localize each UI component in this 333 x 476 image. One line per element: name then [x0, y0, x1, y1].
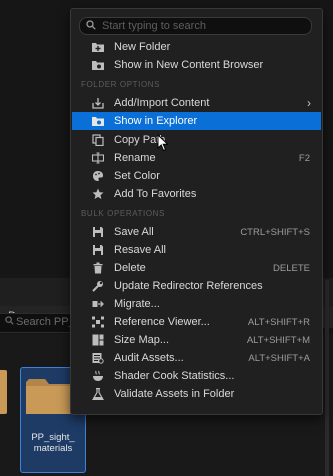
- reference-viewer-icon: [92, 316, 104, 328]
- rename-icon: [92, 152, 104, 164]
- menu-item-rename[interactable]: Rename F2: [72, 149, 321, 167]
- menu-item-label: Save All: [114, 226, 154, 238]
- trash-icon: [93, 262, 103, 274]
- section-header-folder-options: FOLDER OPTIONS: [81, 80, 161, 89]
- star-icon: [92, 188, 104, 199]
- menu-item-audit-assets[interactable]: Audit Assets... ALT+SHIFT+A: [72, 349, 321, 367]
- menu-item-save-all[interactable]: Save All CTRL+SHIFT+S: [72, 223, 321, 241]
- menu-item-new-folder[interactable]: New Folder: [72, 38, 321, 56]
- menu-item-update-redirector-references[interactable]: Update Redirector References: [72, 277, 321, 295]
- section-header-bulk-operations: BULK OPERATIONS: [81, 209, 165, 218]
- menu-item-reference-viewer[interactable]: Reference Viewer... ALT+SHIFT+R: [72, 313, 321, 331]
- menu-search-field[interactable]: [79, 17, 312, 35]
- search-icon: [86, 20, 96, 30]
- menu-item-show-in-new-content-browser[interactable]: Show in New Content Browser: [72, 56, 321, 74]
- menu-item-label: Set Color: [114, 170, 160, 182]
- palette-icon: [93, 171, 103, 181]
- menu-item-copy-path[interactable]: Copy Path: [72, 131, 321, 149]
- menu-item-migrate[interactable]: Migrate...: [72, 295, 321, 313]
- asset-name: PP_sight_ materials: [31, 432, 75, 454]
- menu-item-label: Show in Explorer: [114, 115, 198, 127]
- flask-icon: [92, 388, 104, 400]
- shortcut-label: F2: [298, 153, 310, 164]
- migrate-icon: [92, 301, 104, 307]
- shortcut-label: CTRL+SHIFT+S: [240, 227, 310, 238]
- content-browser-icon: [92, 61, 104, 70]
- shortcut-label: ALT+SHIFT+R: [247, 317, 310, 328]
- menu-item-label: Migrate...: [114, 298, 160, 310]
- menu-item-delete[interactable]: Delete DELETE: [72, 259, 321, 277]
- context-menu: New Folder Show in New Content Browser F…: [70, 8, 323, 415]
- menu-item-add-import-content[interactable]: Add/Import Content ›: [72, 94, 321, 112]
- menu-item-label: Reference Viewer...: [114, 316, 210, 328]
- menu-item-size-map[interactable]: Size Map... ALT+SHIFT+M: [72, 331, 321, 349]
- menu-item-label: Add To Favorites: [114, 188, 197, 200]
- folder-tile-partial[interactable]: [0, 370, 7, 414]
- menu-item-label: Resave All: [114, 244, 166, 256]
- menu-item-label: Add/Import Content: [114, 97, 210, 109]
- menu-item-label: Delete: [114, 262, 146, 274]
- menu-item-label: Update Redirector References: [114, 280, 263, 292]
- menu-item-shader-cook-statistics[interactable]: Shader Cook Statistics...: [72, 367, 321, 385]
- size-map-icon: [92, 334, 104, 346]
- copy-icon: [92, 134, 104, 146]
- shortcut-label: ALT+SHIFT+A: [248, 353, 310, 364]
- save-icon: [93, 227, 103, 237]
- menu-item-validate-assets-in-folder[interactable]: Validate Assets in Folder: [72, 385, 321, 403]
- shortcut-label: ALT+SHIFT+M: [246, 335, 310, 346]
- menu-item-set-color[interactable]: Set Color: [72, 167, 321, 185]
- menu-item-add-to-favorites[interactable]: Add To Favorites: [72, 185, 321, 203]
- menu-item-label: Rename: [114, 152, 156, 164]
- menu-item-show-in-explorer[interactable]: Show in Explorer: [72, 112, 321, 130]
- save-icon: [93, 245, 103, 255]
- search-icon: [5, 316, 14, 325]
- menu-item-label: Show in New Content Browser: [114, 59, 264, 71]
- audit-icon: [92, 353, 104, 364]
- import-icon: [92, 98, 104, 109]
- menu-item-label: Shader Cook Statistics...: [114, 370, 235, 382]
- explorer-icon: [92, 117, 104, 126]
- menu-item-label: Size Map...: [114, 334, 170, 346]
- menu-item-label: Audit Assets...: [114, 352, 184, 364]
- folder-plus-icon: [92, 43, 104, 52]
- mouse-cursor-icon: [157, 134, 169, 152]
- shortcut-label: DELETE: [273, 263, 310, 274]
- menu-item-label: New Folder: [114, 41, 171, 53]
- scrollbar[interactable]: [325, 280, 329, 476]
- menu-search-input[interactable]: [102, 18, 302, 34]
- menu-item-resave-all[interactable]: Resave All: [72, 241, 321, 259]
- shader-icon: [93, 370, 103, 381]
- chevron-right-icon: ›: [307, 96, 311, 110]
- wrench-icon: [92, 281, 103, 292]
- menu-item-label: Validate Assets in Folder: [114, 388, 235, 400]
